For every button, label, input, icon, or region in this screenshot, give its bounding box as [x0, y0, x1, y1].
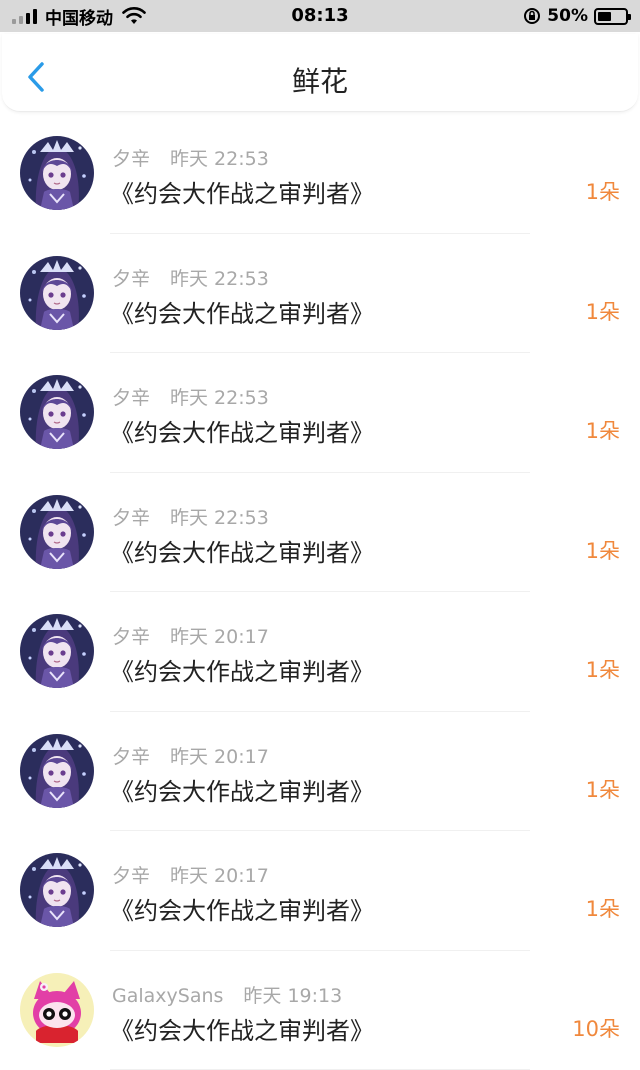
status-right: 50% [523, 5, 628, 27]
anime-avatar [20, 495, 94, 569]
book-title: 《约会大作战之审判者》 [110, 294, 374, 329]
row-meta: 夕辛昨天 20:17 [112, 742, 269, 769]
timestamp: 昨天 22:53 [170, 507, 269, 529]
battery-percent: 50% [547, 6, 588, 26]
user-name[interactable]: GalaxySans [112, 985, 223, 1007]
flower-count: 1朵 [586, 296, 620, 326]
anime-avatar [20, 375, 94, 449]
row-meta: GalaxySans 昨天 19:13 [112, 981, 342, 1008]
avatar[interactable] [20, 136, 94, 210]
anime-avatar [20, 853, 94, 927]
book-title: 《约会大作战之审判者》 [110, 1011, 374, 1046]
user-name[interactable]: 夕辛 [112, 148, 150, 170]
row-meta: 夕辛昨天 22:53 [112, 264, 269, 291]
row-meta: 夕辛昨天 20:17 [112, 622, 269, 649]
status-bar: 中国移动 08:13 50% [0, 0, 640, 32]
anime-avatar [20, 136, 94, 210]
timestamp: 昨天 22:53 [170, 268, 269, 290]
user-name[interactable]: 夕辛 [112, 268, 150, 290]
user-name[interactable]: 夕辛 [112, 387, 150, 409]
list-item[interactable]: 夕辛昨天 22:53 《约会大作战之审判者》 1朵 [0, 114, 640, 234]
book-title: 《约会大作战之审判者》 [110, 174, 374, 209]
list-item[interactable]: 夕辛昨天 20:17 《约会大作战之审判者》 1朵 [0, 592, 640, 712]
flower-count: 1朵 [586, 654, 620, 684]
list-item[interactable]: 夕辛昨天 22:53 《约会大作战之审判者》 1朵 [0, 473, 640, 593]
nav-bar: 鲜花 [2, 34, 638, 112]
page-title: 鲜花 [2, 60, 638, 100]
book-title: 《约会大作战之审判者》 [110, 772, 374, 807]
avatar[interactable] [20, 256, 94, 330]
user-name[interactable]: 夕辛 [112, 507, 150, 529]
avatar[interactable] [20, 853, 94, 927]
user-name[interactable]: 夕辛 [112, 626, 150, 648]
rotation-lock-icon [523, 7, 541, 25]
timestamp: 昨天 22:53 [170, 148, 269, 170]
row-meta: 夕辛昨天 22:53 [112, 383, 269, 410]
timestamp: 昨天 20:17 [170, 626, 269, 648]
battery-fill [598, 12, 611, 21]
list-item[interactable]: 夕辛昨天 22:53 《约会大作战之审判者》 1朵 [0, 353, 640, 473]
row-meta: 夕辛昨天 20:17 [112, 861, 269, 888]
list-item[interactable]: 夕辛昨天 22:53 《约会大作战之审判者》 1朵 [0, 234, 640, 354]
list-item[interactable]: 夕辛昨天 20:17 《约会大作战之审判者》 1朵 [0, 712, 640, 832]
timestamp: 昨天 19:13 [243, 985, 342, 1007]
row-meta: 夕辛昨天 22:53 [112, 144, 269, 171]
flower-count: 1朵 [586, 893, 620, 923]
cartoon-cat-avatar [20, 973, 94, 1047]
timestamp: 昨天 20:17 [170, 865, 269, 887]
avatar[interactable] [20, 375, 94, 449]
flower-count: 1朵 [586, 415, 620, 445]
flower-count: 1朵 [586, 774, 620, 804]
anime-avatar [20, 614, 94, 688]
book-title: 《约会大作战之审判者》 [110, 533, 374, 568]
avatar[interactable] [20, 973, 94, 1047]
avatar[interactable] [20, 734, 94, 808]
book-title: 《约会大作战之审判者》 [110, 891, 374, 926]
flower-count: 1朵 [586, 535, 620, 565]
anime-avatar [20, 734, 94, 808]
flower-count: 10朵 [572, 1013, 620, 1043]
battery-icon [594, 8, 628, 25]
user-name[interactable]: 夕辛 [112, 746, 150, 768]
book-title: 《约会大作战之审判者》 [110, 652, 374, 687]
avatar[interactable] [20, 614, 94, 688]
flower-record-list: 夕辛昨天 22:53《约会大作战之审判者》1朵 夕辛昨天 22:53《约会大作战… [0, 114, 640, 1070]
avatar[interactable] [20, 495, 94, 569]
list-item[interactable]: 夕辛昨天 20:17 《约会大作战之审判者》 1朵 [0, 831, 640, 951]
flower-count: 1朵 [586, 176, 620, 206]
row-meta: 夕辛昨天 22:53 [112, 503, 269, 530]
anime-avatar [20, 256, 94, 330]
book-title: 《约会大作战之审判者》 [110, 413, 374, 448]
timestamp: 昨天 20:17 [170, 746, 269, 768]
user-name[interactable]: 夕辛 [112, 865, 150, 887]
timestamp: 昨天 22:53 [170, 387, 269, 409]
list-item[interactable]: GalaxySans 昨天 19:13 《约会大作战之审判者》 10朵 [0, 951, 640, 1070]
